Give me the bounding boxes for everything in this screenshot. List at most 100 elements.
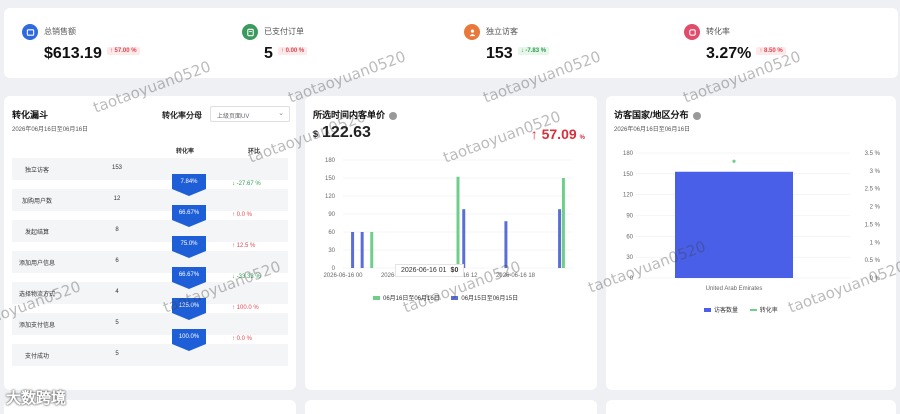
order-icon (242, 24, 258, 40)
kpi-label: 总销售额 (44, 27, 76, 36)
denominator-select[interactable]: 上级页面UV ⌄ (210, 106, 290, 122)
col-header-chain: 环比 (248, 149, 261, 155)
step-name: 支付成功 (24, 354, 49, 360)
chart-legend: 06月16日至06月16日 06月15日至06月15日 (373, 293, 528, 302)
rate-label: 125.0% (178, 303, 200, 309)
chain-change: ↓ -33.33 % (232, 274, 261, 280)
kpi-value: 153 ↓ -7.83 % (486, 45, 550, 63)
y-tick-label: 90 (626, 214, 633, 220)
funnel-row: 选择物流方式 4 (12, 282, 288, 304)
dollar-icon (22, 24, 38, 40)
y-tick-label: 150 (325, 176, 336, 182)
refresh-icon (684, 24, 700, 40)
y-tick-label: 120 (325, 194, 336, 200)
chain-change: ↓ -27.67 % (232, 181, 261, 187)
rate-label: 66.67% (178, 210, 200, 216)
kpi-change-badge: ↑ 0.00 % (277, 46, 308, 55)
rate-arrow: 7.84% (172, 174, 206, 196)
bar (558, 209, 562, 268)
bar (504, 221, 508, 268)
denominator-label: 转化率分母 (162, 111, 202, 120)
bar (351, 232, 355, 268)
kpi-label: 转化率 (706, 27, 730, 36)
funnel-row: 支付成功 5 (12, 344, 288, 366)
conversion-funnel-panel: 转化漏斗 2026年06月16日至06月16日 转化率分母 上级页面UV ⌄ 转… (4, 96, 296, 390)
step-value: 4 (115, 289, 119, 295)
y2-tick-label: 0 % (870, 276, 881, 282)
bar (360, 232, 364, 268)
y-tick-label: 30 (626, 255, 633, 261)
rate-arrow: 75.0% (172, 236, 206, 258)
y2-tick-label: 1.5 % (865, 222, 881, 228)
chart-legend: 访客数量 转化率 (704, 305, 788, 314)
y2-tick-label: 1 % (870, 240, 881, 246)
y-tick-label: 150 (623, 172, 634, 178)
funnel-row: 发起结算 8 (12, 220, 288, 242)
step-name: 添加支付信息 (18, 323, 55, 329)
y-tick-label: 90 (328, 212, 335, 218)
kpi-label: 独立访客 (486, 27, 518, 36)
y-tick-label: 0 (630, 276, 634, 282)
brand-logo: 大数跨境 (6, 389, 67, 407)
next-panel-stub (305, 400, 597, 414)
chain-change: ↑ 0.0 % (232, 212, 253, 218)
chain-change: ↑ 0.0 % (232, 336, 253, 342)
step-value: 8 (115, 227, 119, 233)
col-header-rate: 转化率 (176, 149, 195, 155)
rate-label: 7.84% (180, 179, 198, 185)
rate-arrow: 66.67% (172, 267, 206, 289)
step-value: 6 (115, 258, 119, 264)
kpi-change-badge: ↑ 57.00 % (106, 46, 140, 55)
date-range: 2026年06月16日至06月16日 (12, 127, 89, 133)
geo-bar-chart: 0 30 60 90 120 150 180 0 % 0.5 % 1 % 1.5 % 2 % 2.5 %… (623, 151, 881, 292)
bar (462, 209, 466, 268)
y-tick-label: 60 (626, 234, 633, 240)
kpi-value: $613.19 ↑ 57.00 % (44, 45, 140, 63)
chain-change: ↑ 100.0 % (232, 305, 259, 311)
step-name: 独立访客 (24, 168, 49, 174)
bar (456, 176, 460, 268)
kpi-change-badge: ↑ 8.50 % (756, 46, 786, 55)
funnel-row: 添加支付信息 5 (12, 313, 288, 335)
rate-arrow: 66.67% (172, 205, 206, 227)
legend-item[interactable]: 转化率 (749, 308, 778, 314)
panel-title: 转化漏斗 (12, 110, 49, 120)
step-name: 发起结算 (24, 230, 49, 236)
user-icon (464, 24, 480, 40)
funnel-row: 独立访客 153 (12, 158, 288, 180)
y-tick-label: 120 (623, 193, 634, 199)
bar (370, 232, 374, 268)
bar (675, 171, 793, 278)
legend-item[interactable]: 06月16日至06月16日 (373, 296, 440, 302)
kpi-summary-bar: 总销售额 $613.19 ↑ 57.00 % 已支付订单 5 ↑ 0.00 % 独立… (4, 8, 898, 78)
y2-tick-label: 3 % (870, 169, 881, 175)
rate-arrow: 100.0% (172, 329, 206, 351)
step-name: 选择物流方式 (18, 292, 55, 298)
kpi-value: 3.27% ↑ 8.50 % (706, 45, 786, 63)
kpi-change-badge: ↓ -7.83 % (517, 46, 550, 55)
y2-tick-label: 2.5 % (865, 187, 881, 193)
bar (561, 178, 565, 268)
y2-tick-label: 3.5 % (865, 151, 881, 157)
x-tick-label: United Arab Emirates (706, 286, 763, 292)
chain-change: ↑ 12.5 % (232, 243, 256, 249)
rate-label: 66.67% (178, 272, 200, 278)
funnel-row: 添加用户信息 6 (12, 251, 288, 273)
y-tick-label: 60 (328, 230, 335, 236)
step-name: 加购用户数 (21, 199, 52, 205)
geo-distribution-panel: 访客国家/地区分布 2026年06月16日至06月16日 0 30 60 90 120 1… (606, 96, 896, 390)
step-value: 12 (113, 196, 121, 202)
step-value: 5 (115, 351, 119, 357)
y2-tick-label: 2 % (870, 205, 881, 211)
kpi-label: 已支付订单 (264, 27, 304, 36)
chart-tooltip: 2026-06-16 01 $0 (395, 264, 465, 277)
legend-item[interactable]: 06月15日至06月15日 (451, 296, 518, 302)
kpi-value: 5 ↑ 0.00 % (264, 45, 308, 63)
funnel-row: 加购用户数 12 (12, 189, 288, 211)
step-value: 5 (115, 320, 119, 326)
step-value: 153 (111, 165, 122, 171)
legend-item[interactable]: 访客数量 (704, 308, 738, 314)
point (732, 159, 736, 163)
x-tick-label: 2026-06-16 00 (323, 273, 363, 279)
y-tick-label: 0 (332, 266, 336, 272)
